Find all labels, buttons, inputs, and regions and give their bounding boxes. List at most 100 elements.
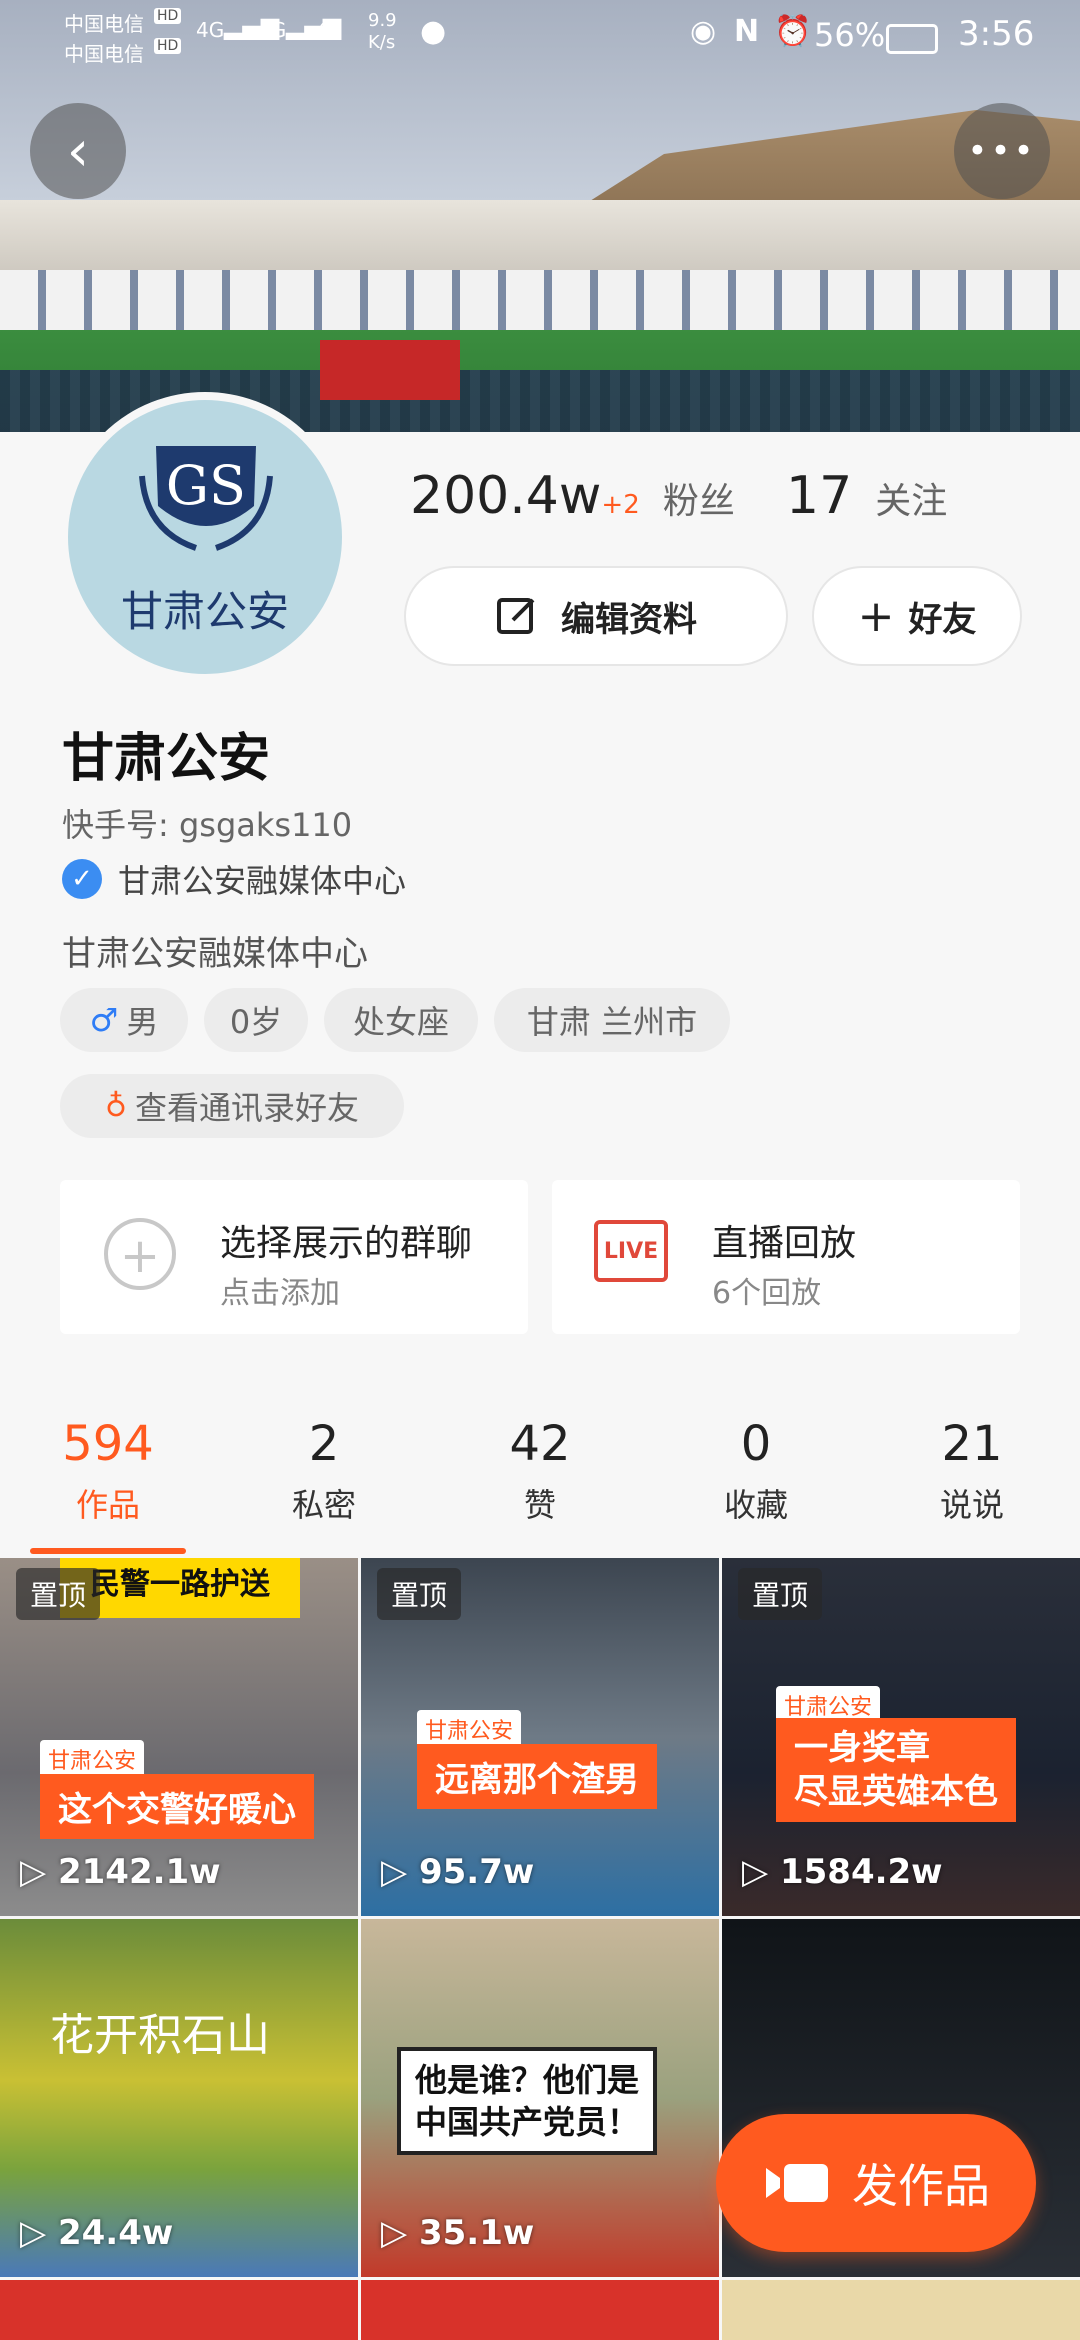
profile-name: 甘肃公安 bbox=[62, 729, 271, 789]
video-caption: 远离那个渣男 bbox=[417, 1744, 657, 1809]
clock: 3:56 bbox=[958, 14, 1035, 54]
video-thumb[interactable]: 民警一路护送 置顶 甘肃公安 这个交警好暖心 ▷ 2142.1w bbox=[0, 1558, 358, 1916]
wechat-icon: ● bbox=[420, 14, 447, 49]
status-bar: 中国电信 HD 中国电信 HD 4G ▂▄▆ 4G ▂▄▆ ◠ 9.9 K/s … bbox=[0, 0, 1080, 80]
edit-profile-button[interactable]: 编辑资料 bbox=[404, 566, 788, 666]
following-stat[interactable]: 17 关注 bbox=[786, 466, 947, 526]
avatar[interactable]: GS 甘肃公安 bbox=[60, 392, 350, 682]
live-card-subtitle: 6个回放 bbox=[712, 1276, 822, 1311]
video-caption-line1: 一身奖章 bbox=[794, 1728, 930, 1768]
tab-works-label: 作品 bbox=[75, 1486, 140, 1524]
group-card-subtitle: 点击添加 bbox=[220, 1276, 340, 1311]
carrier-2: 中国电信 bbox=[64, 42, 144, 66]
video-thumb[interactable]: 花开积石山 ▷ 24.4w bbox=[0, 1919, 358, 2277]
live-card-title: 直播回放 bbox=[712, 1223, 857, 1264]
location-tag: 甘肃 兰州市 bbox=[494, 988, 730, 1052]
carrier-1: 中国电信 bbox=[64, 12, 144, 36]
male-icon: ♂ bbox=[89, 1001, 119, 1039]
tab-likes[interactable]: 42 赞 bbox=[432, 1416, 648, 1526]
tab-works[interactable]: 594 作品 bbox=[0, 1416, 216, 1526]
video-thumb[interactable]: 置顶 甘肃公安 一身奖章 尽显英雄本色 ▷ 1584.2w bbox=[722, 1558, 1080, 1916]
tab-private-label: 私密 bbox=[291, 1486, 356, 1524]
fans-count: 200.4w bbox=[410, 466, 602, 526]
video-tag: 甘肃公安 bbox=[40, 1740, 145, 1778]
signal-4g-2: 4G bbox=[258, 18, 287, 42]
hd-badge-2: HD bbox=[154, 38, 182, 54]
pinned-badge: 置顶 bbox=[16, 1568, 101, 1620]
back-button[interactable]: ‹ bbox=[30, 103, 126, 199]
signal-4g-1: 4G bbox=[196, 18, 225, 42]
gender-label: 男 bbox=[126, 1003, 159, 1041]
following-count: 17 bbox=[786, 466, 853, 526]
video-views: ▷ 24.4w bbox=[20, 2213, 173, 2253]
tab-favorites-count: 0 bbox=[740, 1416, 772, 1472]
speed-unit: K/s bbox=[368, 32, 396, 53]
pinned-badge: 置顶 bbox=[377, 1568, 462, 1620]
video-thumb[interactable] bbox=[361, 2280, 719, 2340]
eye-icon: ◉ bbox=[690, 14, 717, 49]
live-tv-icon: LIVE bbox=[594, 1220, 668, 1282]
play-icon: ▷ bbox=[381, 2213, 419, 2253]
more-button[interactable]: ••• bbox=[954, 103, 1050, 199]
group-chat-card[interactable]: + 选择展示的群聊 点击添加 bbox=[60, 1180, 528, 1334]
tab-moments[interactable]: 21 说说 bbox=[864, 1416, 1080, 1526]
network-speed: 9.9 K/s bbox=[368, 10, 397, 54]
pinned-badge: 置顶 bbox=[738, 1568, 823, 1620]
views-count: 2142.1w bbox=[57, 1852, 221, 1892]
wifi-icon: ◠ bbox=[318, 14, 341, 44]
verified-row: ✓ 甘肃公安融媒体中心 bbox=[62, 856, 406, 902]
banner-sign bbox=[320, 340, 460, 400]
alarm-icon: ⏰ bbox=[774, 14, 812, 49]
live-replay-card[interactable]: LIVE 直播回放 6个回放 bbox=[552, 1180, 1020, 1334]
contacts-friends-button[interactable]: ♁ 查看通讯录好友 bbox=[60, 1074, 404, 1138]
add-friend-button[interactable]: + 好友 bbox=[812, 566, 1022, 666]
video-caption-line2: 尽显英雄本色 bbox=[794, 1772, 998, 1812]
age-tag: 0岁 bbox=[204, 988, 308, 1052]
video-caption-line1: 他是谁？他们是 bbox=[415, 2061, 640, 2099]
video-camera-icon bbox=[766, 2164, 828, 2202]
video-thumb[interactable] bbox=[722, 2280, 1080, 2340]
tab-favorites[interactable]: 0 收藏 bbox=[648, 1416, 864, 1526]
avatar-logo-text: 甘肃公安 bbox=[120, 587, 289, 636]
play-icon: ▷ bbox=[20, 1852, 58, 1892]
video-views: ▷ 2142.1w bbox=[20, 1852, 221, 1892]
video-thumb[interactable] bbox=[0, 2280, 358, 2340]
active-tab-indicator bbox=[30, 1548, 186, 1554]
fans-stat[interactable]: 200.4w+2 粉丝 bbox=[410, 466, 735, 526]
police-emblem-icon: GS bbox=[139, 446, 273, 551]
video-caption: 花开积石山 bbox=[50, 2010, 270, 2061]
tab-private[interactable]: 2 私密 bbox=[216, 1416, 432, 1526]
views-count: 35.1w bbox=[418, 2213, 535, 2253]
content-tabs: 594 作品 2 私密 42 赞 0 收藏 21 说说 bbox=[0, 1400, 1080, 1560]
add-friend-label: 好友 bbox=[908, 599, 977, 640]
video-thumb[interactable]: 他是谁？他们是 中国共产党员！ ▷ 35.1w bbox=[361, 1919, 719, 2277]
tab-moments-label: 说说 bbox=[939, 1486, 1004, 1524]
tab-likes-count: 42 bbox=[509, 1416, 571, 1472]
video-thumb[interactable]: 置顶 甘肃公安 远离那个渣男 ▷ 95.7w bbox=[361, 1558, 719, 1916]
video-caption: 这个交警好暖心 bbox=[40, 1774, 314, 1839]
edit-icon bbox=[497, 598, 535, 634]
more-dots-icon: ••• bbox=[967, 131, 1037, 171]
kuaishou-id: 快手号: gsgaks110 bbox=[62, 806, 353, 844]
verified-label: 甘肃公安融媒体中心 bbox=[118, 862, 407, 900]
following-label: 关注 bbox=[875, 481, 948, 522]
gender-tag: ♂ 男 bbox=[60, 988, 188, 1052]
play-icon: ▷ bbox=[381, 1852, 419, 1892]
profile-page: 中国电信 HD 中国电信 HD 4G ▂▄▆ 4G ▂▄▆ ◠ 9.9 K/s … bbox=[0, 0, 1080, 2340]
zodiac-tag: 处女座 bbox=[324, 988, 478, 1052]
play-icon: ▷ bbox=[742, 1852, 780, 1892]
svg-text:GS: GS bbox=[166, 454, 246, 517]
battery-percent: 56% bbox=[814, 16, 886, 54]
fans-label: 粉丝 bbox=[662, 481, 735, 522]
video-views: ▷ 35.1w bbox=[381, 2213, 534, 2253]
edit-profile-label: 编辑资料 bbox=[561, 599, 697, 640]
verified-icon: ✓ bbox=[62, 859, 102, 899]
post-work-button[interactable]: 发作品 bbox=[716, 2114, 1036, 2252]
video-tag: 甘肃公安 bbox=[417, 1710, 522, 1748]
post-work-label: 发作品 bbox=[852, 2159, 990, 2213]
video-views: ▷ 1584.2w bbox=[742, 1852, 943, 1892]
views-count: 1584.2w bbox=[779, 1852, 943, 1892]
contacts-label: 查看通讯录好友 bbox=[134, 1089, 359, 1127]
views-count: 24.4w bbox=[57, 2213, 174, 2253]
hd-badge-1: HD bbox=[154, 8, 182, 24]
